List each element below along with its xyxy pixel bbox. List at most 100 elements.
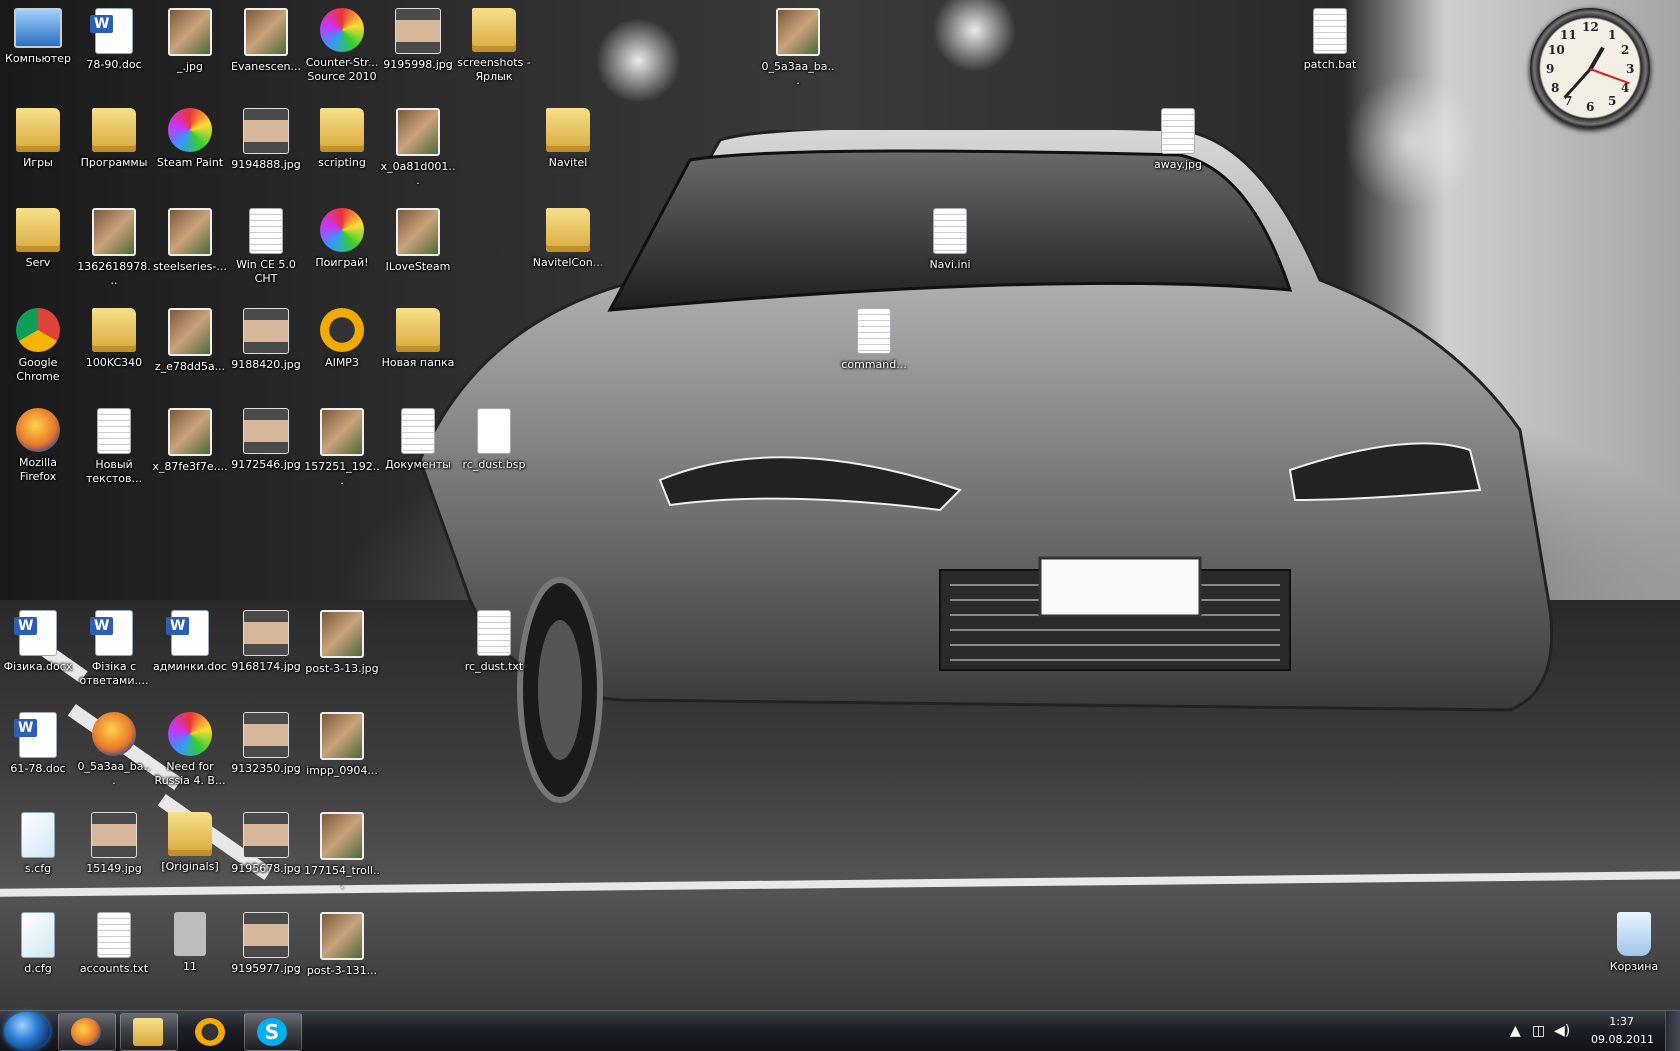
- desktop-icon[interactable]: 100KC340: [76, 308, 152, 370]
- desktop-icon[interactable]: [Originals]: [152, 812, 228, 874]
- taskbar-item-aimp[interactable]: [182, 1013, 240, 1051]
- desktop-icon[interactable]: 177154_troll...: [304, 812, 380, 892]
- desktop-icon-label: 9172546.jpg: [231, 458, 301, 471]
- desktop-icon[interactable]: 157251_192...: [304, 408, 380, 488]
- batch-file-icon: [1313, 8, 1347, 54]
- desktop-icon[interactable]: 9172546.jpg: [228, 408, 304, 472]
- taskbar-item-firefox[interactable]: [58, 1013, 116, 1051]
- desktop-icon[interactable]: Mozilla Firefox: [0, 408, 76, 484]
- desktop-icon-label: Новый текстов...: [86, 458, 142, 485]
- config-file-icon: [21, 812, 55, 858]
- desktop-icon[interactable]: админки.doc: [152, 610, 228, 674]
- folder-icon: [396, 308, 440, 352]
- desktop-icon[interactable]: Google Chrome: [0, 308, 76, 384]
- desktop-icon[interactable]: s.cfg: [0, 812, 76, 876]
- desktop-icon[interactable]: x_0a81d001...: [380, 108, 456, 188]
- desktop-icon[interactable]: Фізіка с ответами....: [76, 610, 152, 688]
- word-document-icon: [14, 610, 57, 656]
- desktop-icon[interactable]: patch.bat: [1292, 8, 1368, 72]
- desktop-icon-label: 177154_troll...: [304, 864, 380, 891]
- desktop-icon[interactable]: Поиграй!: [304, 208, 380, 270]
- desktop-icon[interactable]: ILoveSteam: [380, 208, 456, 274]
- desktop-icon[interactable]: steelseries-...: [152, 208, 228, 274]
- image-file-icon: [396, 108, 440, 156]
- desktop-icon[interactable]: 9168174.jpg: [228, 610, 304, 674]
- desktop-icon[interactable]: Steam Paint: [152, 108, 228, 170]
- image-file-icon: [168, 208, 212, 256]
- desktop-icon[interactable]: 78-90.doc: [76, 8, 152, 72]
- desktop-icon-label: админки.doc: [152, 660, 228, 673]
- desktop-icon[interactable]: 11: [152, 912, 228, 974]
- desktop-icon[interactable]: 15149.jpg: [76, 812, 152, 876]
- file-icon: [174, 912, 206, 956]
- desktop-icon-label: 1362618978...: [77, 260, 151, 287]
- desktop-icon[interactable]: Counter-Str... Source 2010: [304, 8, 380, 84]
- desktop-icon[interactable]: 0_5a3aa_ba...: [760, 8, 836, 88]
- desktop-icon[interactable]: post-3-131...: [304, 912, 380, 978]
- desktop-icon[interactable]: 9194888.jpg: [228, 108, 304, 172]
- desktop-icon[interactable]: Navi.ini: [912, 208, 988, 272]
- desktop-icon-label: Компьютер: [5, 52, 71, 65]
- desktop-icon[interactable]: Документы: [380, 408, 456, 472]
- desktop-icon[interactable]: Serv: [0, 208, 76, 270]
- desktop-icon[interactable]: Need for Russia 4. В...: [152, 712, 228, 788]
- desktop-icon[interactable]: x_87fe3f7e....: [152, 408, 228, 474]
- desktop-icon[interactable]: rc_dust.bsp: [456, 408, 532, 472]
- desktop-icon[interactable]: 61-78.doc: [0, 712, 76, 776]
- aimp-icon: [320, 308, 364, 352]
- folder-icon: [16, 208, 60, 252]
- desktop-icon[interactable]: NavitelCon...: [530, 208, 606, 270]
- show-desktop-button[interactable]: [1665, 1011, 1680, 1051]
- desktop-icon[interactable]: d.cfg: [0, 912, 76, 976]
- desktop-icon[interactable]: impp_0904...: [304, 712, 380, 778]
- folder-icon: [546, 108, 590, 152]
- tray-clock-date[interactable]: 09.08.2011: [1591, 1033, 1654, 1046]
- desktop-icon[interactable]: Корзина: [1596, 912, 1672, 974]
- word-document-icon: [90, 8, 133, 54]
- taskbar-item-explorer[interactable]: [120, 1013, 178, 1051]
- tray-clock-time[interactable]: 1:37: [1609, 1015, 1634, 1028]
- desktop-icon[interactable]: Компьютер: [0, 8, 76, 66]
- folder-icon: [546, 208, 590, 252]
- text-file-icon: [933, 208, 967, 254]
- volume-icon[interactable]: ◀): [1554, 1023, 1570, 1039]
- desktop-icon[interactable]: 9188420.jpg: [228, 308, 304, 372]
- desktop-icon-label: post-3-131...: [306, 964, 378, 977]
- clock-number: 3: [1626, 62, 1635, 76]
- desktop-icon[interactable]: _.jpg: [152, 8, 228, 74]
- desktop-icon[interactable]: Win CE 5.0 CHT: [228, 208, 304, 286]
- taskbar-item-skype[interactable]: S: [244, 1013, 302, 1051]
- desktop-icon[interactable]: 9195977.jpg: [228, 912, 304, 976]
- network-icon[interactable]: ◫: [1532, 1023, 1545, 1039]
- desktop-icon[interactable]: 9132350.jpg: [228, 712, 304, 776]
- desktop-icon[interactable]: 1362618978...: [76, 208, 152, 288]
- desktop-icon[interactable]: Новый текстов...: [76, 408, 152, 486]
- image-file-icon: [396, 208, 440, 256]
- desktop-icon-label: Navi.ini: [929, 258, 971, 271]
- desktop-icon[interactable]: rc_dust.txt: [456, 610, 532, 674]
- desktop-icon[interactable]: Новая папка: [380, 308, 456, 370]
- desktop-icon[interactable]: accounts.txt: [76, 912, 152, 976]
- clock-number: 1: [1608, 28, 1617, 42]
- show-hidden-icons-icon[interactable]: ▲: [1510, 1023, 1521, 1039]
- desktop-icon[interactable]: command...: [836, 308, 912, 372]
- start-button[interactable]: [4, 1012, 50, 1050]
- desktop-icon[interactable]: AIMP3: [304, 308, 380, 370]
- clock-gadget[interactable]: 12 1 2 3 4 5 6 7 8 9 10 11: [1530, 8, 1650, 128]
- desktop-icon[interactable]: Программы: [76, 108, 152, 170]
- image-file-icon: [320, 812, 364, 860]
- desktop-icon[interactable]: Фізика.docx: [0, 610, 76, 674]
- desktop-icon[interactable]: post-3-13.jpg: [304, 610, 380, 676]
- desktop-icon[interactable]: Evanescen...: [228, 8, 304, 74]
- desktop-icon[interactable]: 9195678.jpg: [228, 812, 304, 876]
- desktop-icon[interactable]: scripting: [304, 108, 380, 170]
- desktop-icon[interactable]: Navitel: [530, 108, 606, 170]
- desktop-icon[interactable]: 9195998.jpg: [380, 8, 456, 72]
- desktop-icon[interactable]: z_e78dd5a...: [152, 308, 228, 374]
- desktop-icon-label: accounts.txt: [79, 962, 149, 975]
- desktop-icon-label: Evanescen...: [231, 60, 301, 73]
- desktop-icon[interactable]: 0_5a3aa_ba...: [76, 712, 152, 788]
- desktop-icon[interactable]: away.jpg: [1140, 108, 1216, 172]
- desktop-icon[interactable]: Игры: [0, 108, 76, 170]
- desktop-icon[interactable]: screenshots - Ярлык: [456, 8, 532, 84]
